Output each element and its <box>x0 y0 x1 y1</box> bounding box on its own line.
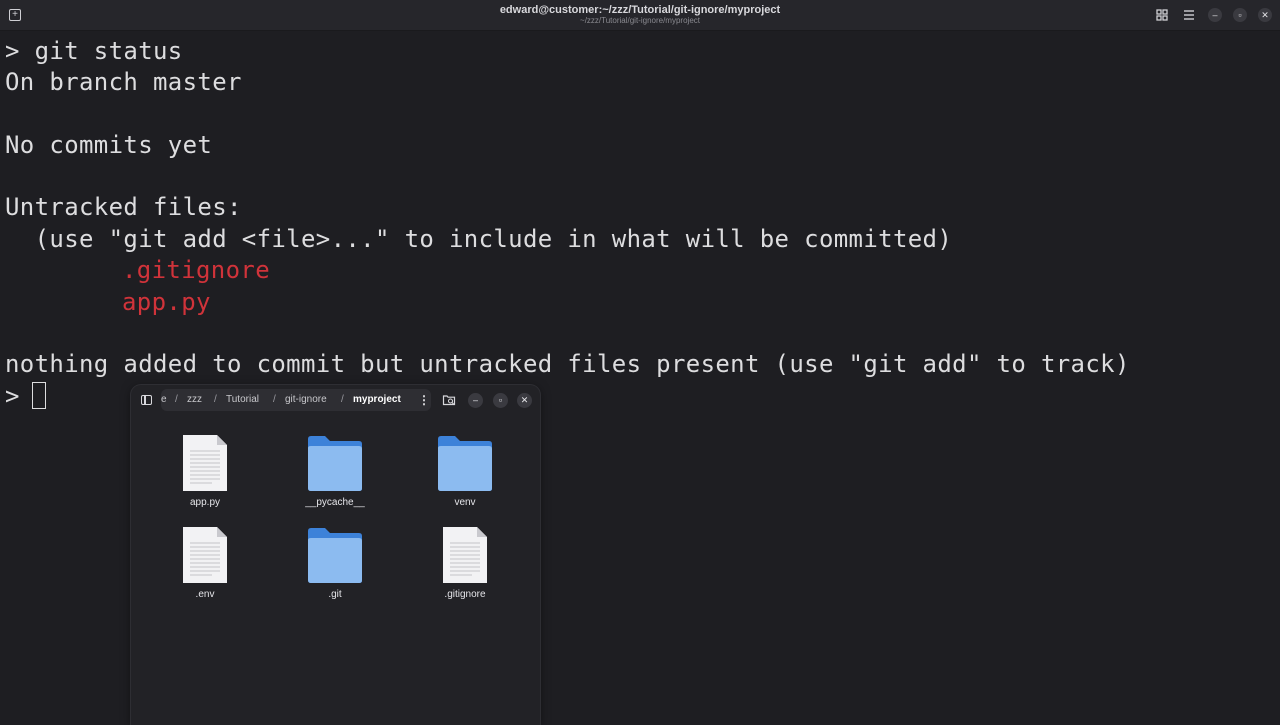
terminal-line-command: > git status <box>5 37 183 65</box>
fm-close-button[interactable]: ✕ <box>517 393 532 408</box>
terminal-line-commits: No commits yet <box>5 131 213 159</box>
folder-icon <box>308 528 362 583</box>
hamburger-menu-icon[interactable] <box>1181 7 1197 23</box>
file-manager-window[interactable]: e / zzz / Tutorial / git-ignore / myproj… <box>131 385 540 725</box>
file-item-venv[interactable]: venv <box>410 433 520 523</box>
file-label: app.py <box>189 497 221 508</box>
file-label: venv <box>454 497 476 508</box>
file-label: .git <box>328 589 342 600</box>
breadcrumb-separator: / <box>175 394 178 405</box>
file-item-env[interactable]: .env <box>150 525 260 615</box>
file-label: .env <box>195 589 215 600</box>
close-button[interactable]: ✕ <box>1258 8 1272 22</box>
text-file-icon <box>183 435 227 491</box>
sidebar-toggle-icon[interactable] <box>141 395 152 405</box>
more-options-icon[interactable]: ⋮ <box>418 389 430 411</box>
file-item-pycache[interactable]: __pycache__ <box>280 433 390 523</box>
terminal-line-hint: (use "git add <file>..." to include in w… <box>5 225 953 253</box>
fm-maximize-button[interactable]: ▫ <box>493 393 508 408</box>
terminal-title: edward@customer:~/zzz/Tutorial/git-ignor… <box>499 4 781 16</box>
folder-icon <box>438 436 492 491</box>
untracked-file-app-py: app.py <box>122 288 211 316</box>
breadcrumb: e / zzz / Tutorial / git-ignore / myproj… <box>161 389 431 411</box>
untracked-file-gitignore: .gitignore <box>122 256 270 284</box>
text-file-icon <box>183 527 227 583</box>
tab-overview-icon[interactable] <box>1154 7 1170 23</box>
breadcrumb-separator: / <box>273 394 276 405</box>
breadcrumb-separator: / <box>214 394 217 405</box>
fm-minimize-button[interactable]: – <box>468 393 483 408</box>
minimize-button[interactable]: – <box>1208 8 1222 22</box>
text-file-icon <box>443 527 487 583</box>
breadcrumb-item-git-ignore[interactable]: git-ignore <box>285 389 327 411</box>
breadcrumb-item-zzz[interactable]: zzz <box>187 389 202 411</box>
terminal-line-summary: nothing added to commit but untracked fi… <box>5 350 1130 378</box>
folder-icon <box>308 436 362 491</box>
terminal-line-untracked-header: Untracked files: <box>5 193 242 221</box>
file-label: __pycache__ <box>305 497 365 508</box>
terminal-subtitle: ~/zzz/Tutorial/git-ignore/myproject <box>580 16 700 25</box>
maximize-button[interactable]: ▫ <box>1233 8 1247 22</box>
file-item-gitignore[interactable]: .gitignore <box>410 525 520 615</box>
file-manager-header: e / zzz / Tutorial / git-ignore / myproj… <box>131 385 540 415</box>
search-folder-icon[interactable] <box>442 393 456 407</box>
breadcrumb-item-truncated[interactable]: e <box>161 389 167 411</box>
file-item-app-py[interactable]: app.py <box>150 433 260 523</box>
terminal-line-branch: On branch master <box>5 68 242 96</box>
file-label: .gitignore <box>444 589 486 600</box>
breadcrumb-separator: / <box>341 394 344 405</box>
terminal-header: + edward@customer:~/zzz/Tutorial/git-ign… <box>0 0 1280 31</box>
terminal-prompt: > <box>5 382 20 410</box>
file-item-git[interactable]: .git <box>280 525 390 615</box>
breadcrumb-item-tutorial[interactable]: Tutorial <box>226 389 259 411</box>
breadcrumb-item-myproject[interactable]: myproject <box>353 389 401 411</box>
terminal-cursor <box>32 382 46 409</box>
